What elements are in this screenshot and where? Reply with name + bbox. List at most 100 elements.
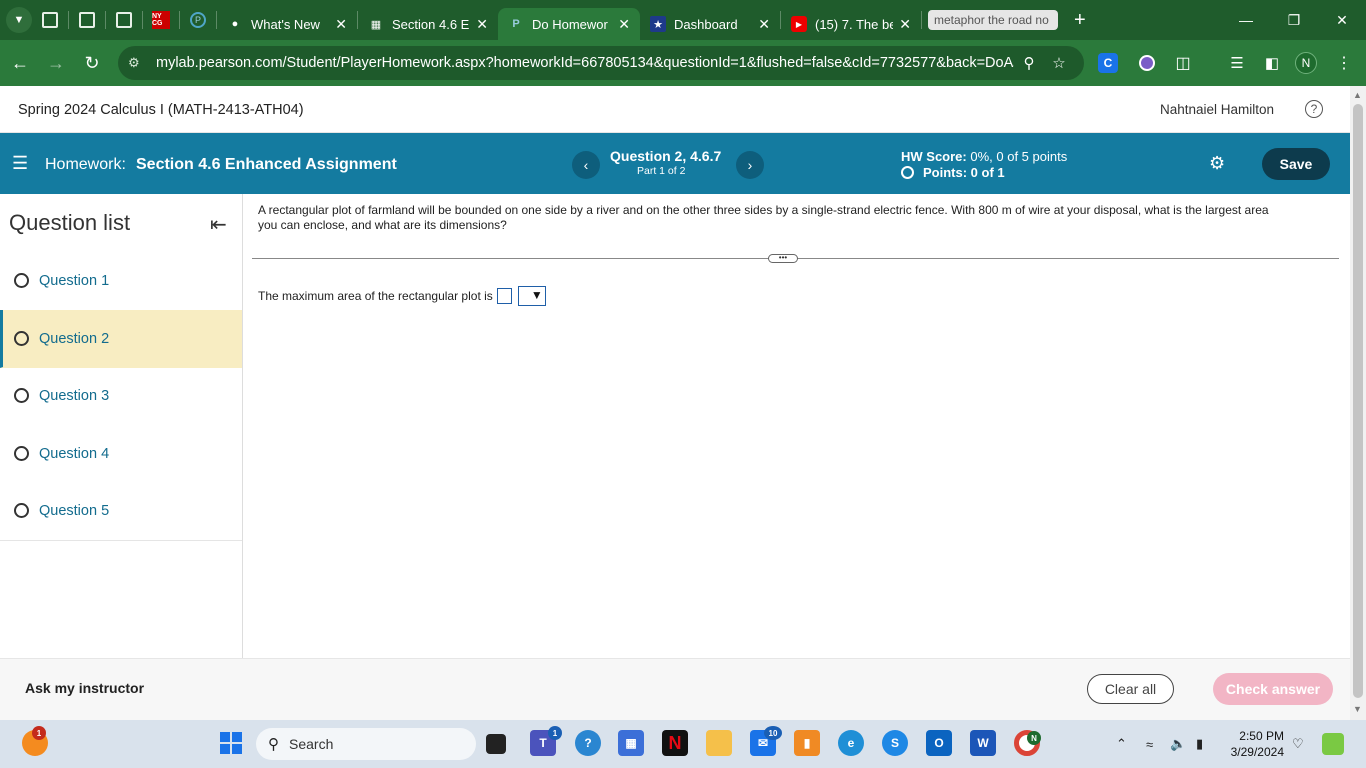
tab-search-text[interactable]: metaphor the road no	[928, 10, 1058, 30]
tab-do-homework[interactable]: P Do Homework ✕	[498, 8, 640, 40]
zoom-icon[interactable]: ⚲	[1014, 54, 1044, 72]
pinned-tab-1[interactable]	[32, 6, 68, 34]
file-explorer-icon[interactable]	[706, 730, 732, 756]
url-text[interactable]: mylab.pearson.com/Student/PlayerHomework…	[156, 55, 1014, 71]
taskbar-search[interactable]: ⚲ Search	[256, 728, 476, 760]
new-tab-button[interactable]: +	[1074, 9, 1086, 32]
question-label: Question 2	[39, 330, 110, 347]
restore-icon[interactable]: ❐	[1270, 0, 1318, 40]
previous-question-button[interactable]: ‹	[572, 151, 600, 179]
battery-icon[interactable]: ▮	[1196, 720, 1203, 768]
extension-circle-icon[interactable]	[1134, 50, 1160, 76]
office-app-icon[interactable]: ▮	[794, 730, 820, 756]
outlook-icon[interactable]: O	[926, 730, 952, 756]
copilot-icon[interactable]: ?	[575, 730, 601, 756]
question-list-item-4[interactable]: Question 4	[0, 425, 242, 483]
close-window-icon[interactable]: ✕	[1318, 0, 1366, 40]
bookmark-star-icon[interactable]: ☆	[1044, 54, 1074, 72]
question-list-panel: Question list ⇤ Question 1 Question 2 Qu…	[0, 194, 243, 658]
minimize-icon[interactable]: —	[1222, 0, 1270, 40]
widget-icon[interactable]	[1322, 733, 1344, 755]
scroll-up-icon[interactable]: ▲	[1353, 90, 1362, 100]
homework-label: Homework:	[45, 156, 126, 173]
profile-avatar[interactable]: N	[1295, 52, 1317, 74]
site-info-icon[interactable]: ⚙	[128, 55, 150, 71]
scroll-down-icon[interactable]: ▼	[1353, 704, 1362, 714]
pearson-icon: P	[190, 12, 206, 28]
question-list-item-2[interactable]: Question 2	[0, 310, 242, 368]
media-control-icon[interactable]: ☰	[1224, 50, 1250, 76]
homework-title: Section 4.6 Enhanced Assignment	[136, 156, 397, 173]
windows-start-icon[interactable]	[218, 730, 244, 756]
close-icon[interactable]: ✕	[899, 16, 911, 33]
check-answer-button[interactable]: Check answer	[1213, 673, 1333, 705]
teams-icon[interactable]: T1	[530, 726, 562, 756]
side-panel-icon[interactable]: ◧	[1259, 50, 1285, 76]
pinned-tab-5[interactable]: P	[180, 6, 216, 34]
question-list-item-1[interactable]: Question 1	[0, 252, 242, 310]
points-text: Points: 0 of 1	[923, 165, 1005, 180]
taskbar: 1 ⚲ Search T1 ? ▦ N ✉ 10 ▮ e S O W N ⌃ ≈ …	[0, 720, 1366, 768]
scroll-thumb[interactable]	[1353, 104, 1363, 698]
task-view-icon[interactable]	[486, 734, 506, 754]
close-icon[interactable]: ✕	[758, 16, 770, 33]
pinned-tab-3[interactable]	[106, 6, 142, 34]
edge-icon[interactable]: e	[838, 730, 864, 756]
reload-icon[interactable]: ↻	[76, 47, 108, 79]
mail-icon[interactable]: ✉ 10	[750, 726, 782, 756]
hw-score: HW Score: 0%, 0 of 5 points	[901, 149, 1067, 164]
search-placeholder: Search	[289, 736, 334, 752]
units-dropdown[interactable]: ▼	[517, 286, 546, 306]
answer-prefix: The maximum area of the rectangular plot…	[258, 289, 493, 303]
word-icon[interactable]: W	[970, 730, 996, 756]
hw-score-label: HW Score:	[901, 149, 967, 164]
question-number: Question 2, 4.6.7	[610, 148, 722, 164]
tab-search-menu-icon[interactable]: ▼	[6, 7, 32, 33]
browser-menu-icon[interactable]: ⋮	[1331, 50, 1357, 76]
tab-dashboard[interactable]: ★ Dashboard ✕	[640, 8, 780, 40]
extension-c-icon[interactable]: C	[1098, 53, 1118, 73]
tab-youtube[interactable]: ▶ (15) 7. The be ✕	[781, 8, 921, 40]
dropdown-caret-icon: ▼	[530, 288, 543, 302]
tab-title: Dashboard	[674, 16, 738, 32]
wifi-icon[interactable]: ≈	[1146, 720, 1153, 768]
weather-widget-icon[interactable]: 1	[22, 726, 48, 756]
notifications-bell-icon[interactable]: ♡	[1292, 720, 1304, 768]
clear-all-button[interactable]: Clear all	[1087, 674, 1174, 704]
ask-instructor-link[interactable]: Ask my instructor	[25, 680, 144, 696]
tab-section-4-6[interactable]: ▦ Section 4.6 En ✕	[358, 8, 498, 40]
menu-icon[interactable]: ☰	[12, 153, 28, 174]
close-icon[interactable]: ✕	[618, 16, 630, 33]
settings-gear-icon[interactable]: ⚙	[1209, 153, 1225, 174]
skype-icon[interactable]: S	[882, 730, 908, 756]
address-bar[interactable]: ⚙ mylab.pearson.com/Student/PlayerHomewo…	[118, 46, 1084, 80]
browser-toolbar: ← → ↻ ⚙ mylab.pearson.com/Student/Player…	[0, 40, 1366, 86]
back-icon[interactable]: ←	[4, 47, 36, 79]
help-icon[interactable]: ?	[1305, 100, 1323, 118]
question-list-item-3[interactable]: Question 3	[0, 367, 242, 425]
store-icon[interactable]: ▦	[618, 730, 644, 756]
page-scrollbar[interactable]: ▲ ▼	[1350, 86, 1366, 720]
save-button[interactable]: Save	[1262, 148, 1330, 180]
volume-muted-icon[interactable]: 🔈	[1170, 720, 1186, 768]
answer-input[interactable]	[496, 288, 512, 304]
netflix-icon[interactable]: N	[662, 730, 688, 756]
next-question-button[interactable]: ›	[736, 151, 764, 179]
pinned-tab-2[interactable]	[69, 6, 105, 34]
collapse-panel-icon[interactable]: ⇤	[210, 212, 227, 237]
more-options-button[interactable]: •••	[768, 254, 798, 263]
question-label: Question 4	[39, 445, 110, 462]
chrome-icon[interactable]: N	[1014, 730, 1041, 756]
course-title: Spring 2024 Calculus I (MATH-2413-ATH04)	[18, 102, 304, 118]
clock[interactable]: 2:50 PM 3/29/2024	[1222, 728, 1284, 760]
close-icon[interactable]: ✕	[335, 16, 347, 33]
pinned-tab-4[interactable]: NY CG	[143, 6, 179, 34]
close-icon[interactable]: ✕	[476, 16, 488, 33]
question-list-item-5[interactable]: Question 5	[0, 482, 242, 540]
extensions-puzzle-icon[interactable]: ◫	[1170, 50, 1196, 76]
tab-whats-new[interactable]: ● What's New ✕	[217, 8, 357, 40]
forward-icon[interactable]: →	[40, 47, 72, 79]
user-name[interactable]: Nahtnaiel Hamilton	[1160, 102, 1274, 117]
document-icon	[42, 12, 58, 28]
tray-overflow-icon[interactable]: ⌃	[1116, 720, 1127, 768]
